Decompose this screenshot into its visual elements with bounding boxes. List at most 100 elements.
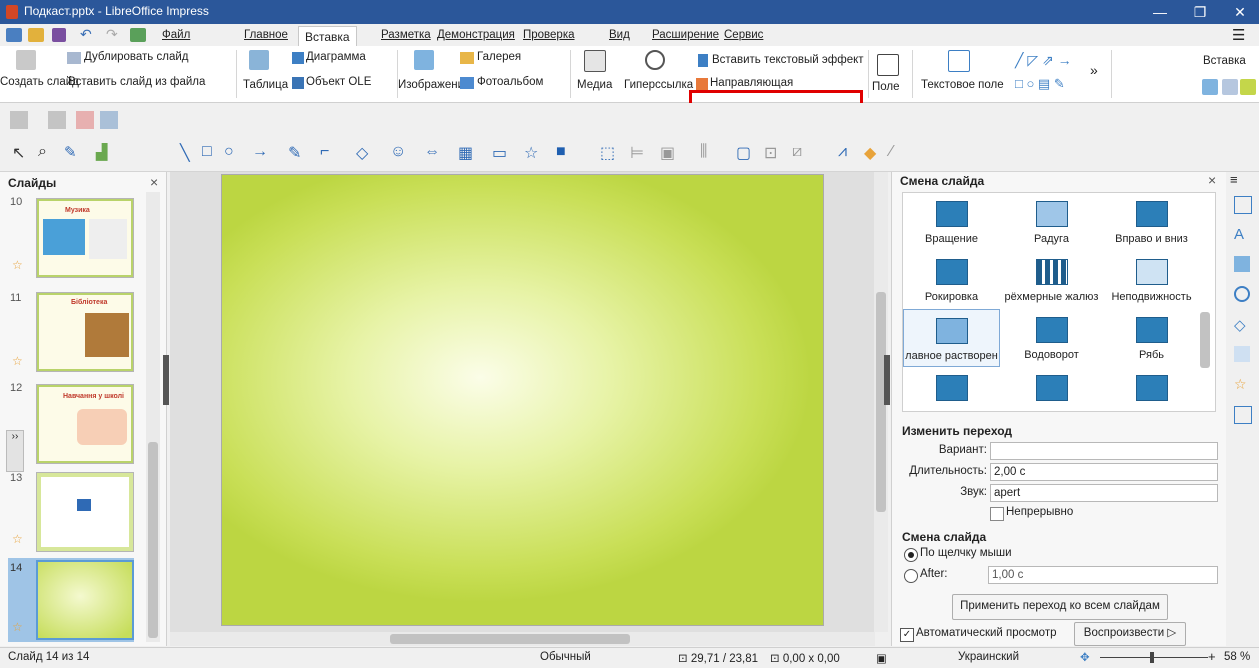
close-slides-panel-button[interactable]: × [150, 174, 158, 190]
filter-icon[interactable]: ⧄ [792, 143, 802, 161]
scrollbar-thumb[interactable] [390, 634, 630, 644]
more-button[interactable]: » [1090, 62, 1098, 78]
textbox-small-icon[interactable] [1222, 79, 1238, 95]
ole-object-button[interactable]: Объект OLE [306, 76, 371, 88]
slide-layout-icon[interactable] [100, 111, 118, 129]
zoom-in-icon[interactable]: + [1208, 649, 1216, 664]
after-radio[interactable] [904, 569, 918, 583]
on-click-radio[interactable] [904, 548, 918, 562]
properties-icon[interactable] [1234, 196, 1252, 214]
zoom-level[interactable]: 58 % [1224, 651, 1250, 663]
slide-thumbnail-10[interactable]: Музика [36, 198, 134, 278]
line-shapes-icon[interactable]: ╱ ◸ ⇗ → [1015, 52, 1072, 69]
effect-ripple[interactable]: Рябь [1103, 309, 1200, 367]
close-window-button[interactable]: ✕ [1222, 2, 1258, 22]
hyperlink-button[interactable]: Гиперссылка [624, 79, 693, 91]
slide-thumbnail-11[interactable]: Бібліотека [36, 292, 134, 372]
fit-slide-icon[interactable]: ✥ [1080, 650, 1090, 664]
sidebar-toggle-handle[interactable]: ›› [6, 430, 24, 472]
field-button[interactable]: Поле [872, 81, 900, 93]
zoom-slider[interactable] [1100, 657, 1208, 658]
effect-3d-blinds[interactable]: рёхмерные жалюз [1003, 251, 1100, 309]
new-document-icon[interactable] [6, 28, 22, 42]
effect-smooth-dissolve[interactable]: лавное растворен [903, 309, 1000, 367]
effect-vortex[interactable]: Водоворот [1003, 309, 1100, 367]
chart-button[interactable]: Диаграмма [306, 51, 366, 63]
crop-icon[interactable]: ⊡ [764, 143, 777, 163]
new-slide-small-icon[interactable] [10, 111, 28, 129]
sidebar-collapse-handle[interactable] [884, 355, 890, 405]
textbox-icon[interactable] [948, 50, 970, 72]
tab-insert[interactable]: Вставка [298, 26, 357, 47]
media-button[interactable]: Медиа [577, 79, 612, 91]
basic-shapes-icon[interactable]: □ ○ ▤ ✎ [1015, 76, 1065, 92]
zoom-slider-handle[interactable] [1150, 652, 1154, 663]
duplicate-slide-button[interactable]: Дублировать слайд [84, 51, 188, 63]
tab-home[interactable]: Главное [244, 29, 288, 41]
media-small-icon[interactable] [1240, 79, 1256, 95]
current-slide-canvas[interactable] [221, 174, 824, 626]
media-icon[interactable] [584, 50, 606, 72]
hamburger-menu-icon[interactable]: ☰ [1232, 26, 1245, 44]
flowchart-icon[interactable]: ▦ [458, 143, 473, 163]
effect-item[interactable] [1103, 367, 1200, 411]
slides-scrollbar[interactable] [146, 192, 160, 642]
save-icon[interactable] [52, 28, 66, 42]
insert-text-effect-button[interactable]: Вставить текстовый эффект [712, 54, 864, 66]
duplicate-slide-small-icon[interactable] [48, 111, 66, 129]
arrow-tool-icon[interactable]: → [252, 143, 268, 161]
after-time-spinbox[interactable]: 1,00 с [988, 566, 1218, 584]
effect-item[interactable] [1003, 367, 1100, 411]
autopreview-checkbox[interactable]: ✓ [900, 628, 914, 642]
basic-shape-icon[interactable]: ◇ [356, 143, 368, 163]
effect-right-down[interactable]: Вправо и вниз [1103, 193, 1200, 251]
line-tool-icon[interactable]: ╲ [180, 143, 190, 163]
new-slide-icon[interactable] [16, 50, 36, 70]
effect-rotate[interactable]: Вращение [903, 193, 1000, 251]
transform-icon[interactable]: ⬚ [600, 143, 615, 163]
fill-color-icon[interactable]: ▟ [96, 143, 108, 161]
textbox-button[interactable]: Текстовое поле [921, 79, 1004, 91]
symbol-shape-icon[interactable]: ☺ [390, 143, 406, 161]
close-panel-icon[interactable]: × [1208, 172, 1216, 188]
ellipse-tool-icon[interactable]: ○ [224, 143, 234, 161]
glue-points-icon[interactable]: ⁄ [890, 143, 893, 161]
master-slides-icon[interactable] [1234, 406, 1252, 424]
variant-select[interactable] [990, 442, 1218, 460]
tab-slideshow[interactable]: Демонстрация [437, 29, 515, 41]
apply-to-all-slides-button[interactable]: Применить переход ко всем слайдам [952, 594, 1168, 620]
slide-transition-deck-icon[interactable] [1234, 346, 1250, 362]
insert-slide-from-file-button[interactable]: Вставить слайд из файла [68, 76, 205, 88]
star-shape-icon[interactable]: ☆ [524, 143, 538, 163]
select-arrow-icon[interactable]: ↖ [12, 143, 25, 163]
spellcheck-icon[interactable] [130, 28, 146, 42]
delete-slide-icon[interactable] [76, 111, 94, 129]
photo-album-button[interactable]: Фотоальбом [477, 76, 543, 88]
canvas-horizontal-scrollbar[interactable] [170, 632, 875, 646]
callout-icon[interactable]: ▭ [492, 143, 507, 163]
tab-file[interactable]: Файл [162, 29, 190, 41]
3d-object-icon[interactable]: ■ [556, 143, 566, 161]
snap-guide-button[interactable]: Направляющая [710, 77, 793, 89]
styles-icon[interactable]: A [1234, 226, 1250, 243]
slide-thumbnail-13[interactable] [36, 472, 134, 552]
slide-thumbnail-14[interactable] [36, 560, 134, 640]
line-color-icon[interactable]: ✎ [64, 143, 77, 161]
tab-layout[interactable]: Разметка [381, 29, 431, 41]
minimize-button[interactable]: — [1142, 2, 1178, 22]
open-folder-icon[interactable] [28, 28, 44, 42]
effect-static[interactable]: Неподвижность [1103, 251, 1200, 309]
field-icon[interactable] [877, 54, 899, 76]
panel-collapse-handle[interactable] [163, 355, 169, 405]
image-small-icon[interactable] [1202, 79, 1218, 95]
tab-view[interactable]: Вид [609, 29, 630, 41]
insert-menu-button[interactable]: Вставка [1203, 55, 1246, 67]
curve-tool-icon[interactable]: ✎ [288, 143, 301, 163]
distribute-icon[interactable]: ⫼ [700, 143, 707, 161]
effect-rainbow[interactable]: Радуга [1003, 193, 1100, 251]
redo-icon[interactable]: ↷ [106, 26, 118, 43]
connector-tool-icon[interactable]: ⌐ [320, 143, 329, 161]
navigator-icon[interactable] [1234, 286, 1250, 302]
gallery-deck-icon[interactable] [1234, 256, 1250, 272]
tab-review[interactable]: Проверка [523, 29, 575, 41]
